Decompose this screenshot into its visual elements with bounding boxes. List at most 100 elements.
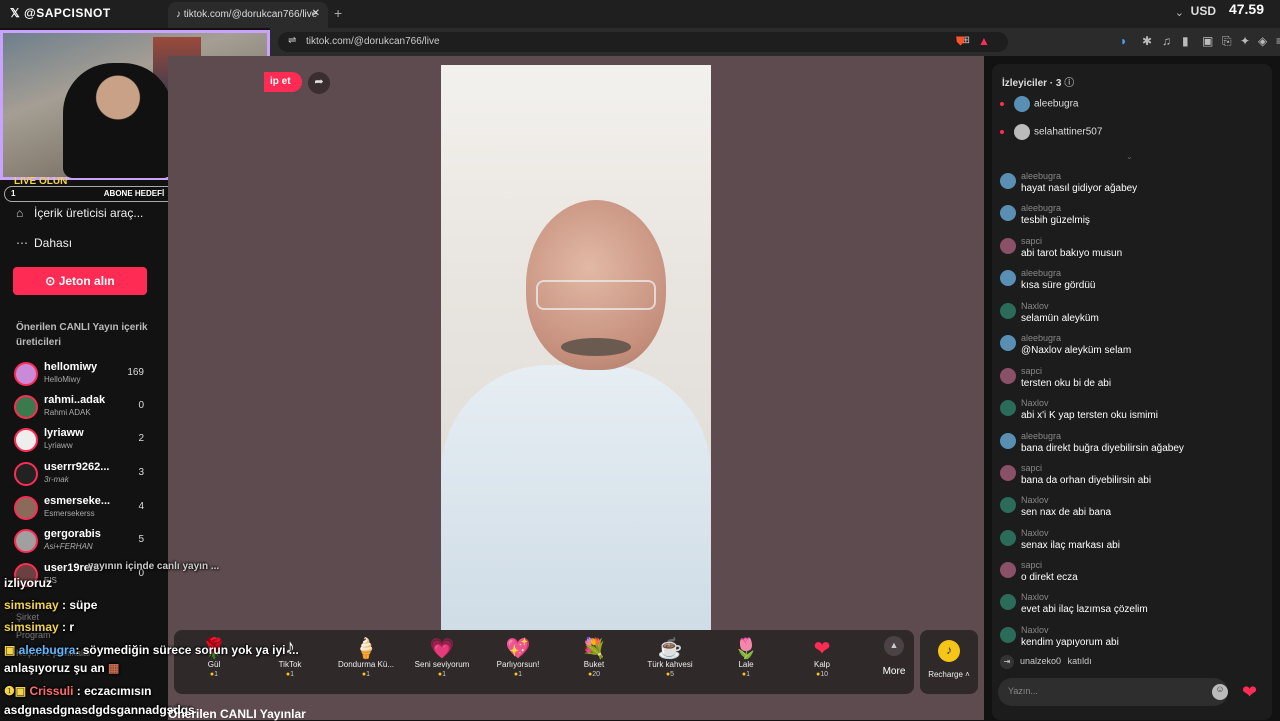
chat-message: Naxlov abi x'i K yap tersten oku ismimi [1000, 398, 1264, 430]
creator-item[interactable]: lyriaww Lyriaww 2 [14, 426, 154, 456]
creator-name: rahmi..adak [44, 394, 106, 406]
site-info-icon[interactable]: ⇌ [288, 35, 296, 46]
like-heart-icon[interactable]: ❤ [1242, 682, 1257, 703]
viewer-count: 4 [138, 501, 144, 512]
sparkle-heart-icon: 💖 [505, 638, 531, 660]
gift-price: ●20 [556, 671, 632, 678]
gift-name: Türk kahvesi [647, 660, 693, 669]
chat-user[interactable]: aleebugra [1021, 431, 1061, 441]
gift-price-value: 1 [442, 671, 447, 678]
creator-item[interactable]: userrr9262... 3r-mak 3 [14, 460, 154, 490]
sidebar-toggle-icon[interactable]: ▮ [1182, 34, 1189, 48]
avatar [1014, 124, 1030, 140]
sidebar-item-creator-tools[interactable]: ⌂ İçerik üreticisi araç... [16, 206, 143, 220]
extensions-icon[interactable]: ✱ [1142, 34, 1152, 48]
wallet-icon[interactable]: ▣ [1202, 34, 1213, 48]
recharge-button[interactable]: ♪ Recharge ˄ [920, 630, 978, 694]
gift-item[interactable]: 💗 Seni seviyorum ●1 [404, 636, 480, 678]
join-icon: ⇥ [1000, 655, 1014, 669]
chevron-down-icon[interactable]: ⌄ [1126, 152, 1133, 161]
audio-icon[interactable]: ◗ [1120, 34, 1127, 48]
gift-price: ●5 [632, 671, 708, 678]
chat-user[interactable]: Naxlov [1021, 301, 1049, 311]
chat-user[interactable]: aleebugra [1021, 171, 1061, 181]
content-creator-icon: ⌂ [16, 206, 24, 220]
gift-item[interactable]: 🍦 Dondurma Kü... ●1 [328, 636, 404, 678]
chat-input[interactable]: Yazın... [998, 678, 1228, 706]
chat-user[interactable]: sapci [1021, 560, 1042, 570]
info-icon[interactable]: ⓘ [1064, 78, 1074, 89]
vpn-icon[interactable]: ◈ [1258, 34, 1267, 48]
chat-user[interactable]: aleebugra [1021, 268, 1061, 278]
chat-user[interactable]: sapci [1021, 236, 1042, 246]
avatar [1000, 433, 1016, 449]
more-gifts-button[interactable]: ▲ More [874, 636, 914, 677]
webcam-streamer [63, 63, 173, 178]
coin-icon: ♪ [938, 640, 960, 662]
avatar [1000, 205, 1016, 221]
chat-user[interactable]: sapci [1021, 463, 1042, 473]
gift-item[interactable]: ☕ Türk kahvesi ●5 [632, 636, 708, 678]
close-tab-icon[interactable]: ✕ [312, 8, 320, 19]
live-video[interactable] [441, 65, 711, 631]
rewards-icon[interactable]: ▲ [978, 34, 990, 48]
avatar [1000, 627, 1016, 643]
tulip-icon: 🌷 [733, 638, 759, 660]
overlay-chat-line: anlaşıyoruz şu an ▦ [4, 661, 119, 675]
chat-text: evet abi ilaç lazımsa çözelim [1021, 604, 1148, 615]
chat-text: bana direkt buğra diyebilirsin ağabey [1021, 443, 1184, 454]
rank-dot [1000, 102, 1004, 106]
chat-user[interactable]: Naxlov [1021, 625, 1049, 635]
share-icon[interactable]: ➦ [308, 72, 330, 94]
browser-tab-active[interactable]: ♪ tiktok.com/@dorukcan766/live ✕ [168, 2, 328, 28]
new-tab-button[interactable]: + [334, 5, 342, 21]
chat-user[interactable]: Naxlov [1021, 398, 1049, 408]
chat-user[interactable]: Naxlov [1021, 592, 1049, 602]
brave-shield-icon[interactable]: ⛊ [956, 34, 965, 49]
chat-user[interactable]: Naxlov [1021, 528, 1049, 538]
menu-icon[interactable]: ≡ [1276, 34, 1280, 48]
creator-item[interactable]: gergorabis Asi+FERHAN 5 [14, 527, 154, 557]
chevron-down-icon[interactable]: ⌄ [1175, 6, 1184, 19]
join-user[interactable]: unalzeko0 [1020, 656, 1061, 666]
music-icon[interactable]: ♫ [1162, 34, 1171, 48]
chat-user[interactable]: aleebugra [1021, 333, 1061, 343]
viewer-item[interactable]: selahattiner507 [1000, 124, 1102, 140]
overlay-chat-line: simsimay : r [4, 620, 74, 634]
currency-label: USD [1190, 4, 1216, 18]
viewer-item[interactable]: aleebugra [1000, 96, 1078, 112]
gift-item[interactable]: 💖 Parlıyorsun! ●1 [480, 636, 556, 678]
downloads-icon[interactable]: ⎘ [1222, 34, 1232, 49]
creator-name: lyriaww [44, 427, 84, 439]
tip-button[interactable]: ip et [264, 72, 302, 92]
gift-item[interactable]: ❤ Kalp ●10 [784, 636, 860, 678]
leo-icon[interactable]: ✦ [1240, 34, 1250, 48]
video-person-glasses [536, 280, 656, 310]
get-coins-button[interactable]: ⊙ Jeton alın [13, 267, 147, 295]
gift-name: Seni seviyorum [414, 660, 470, 669]
chat-text: tersten oku bi de abi [1021, 378, 1112, 389]
avatar [14, 362, 38, 386]
emoji-icon[interactable]: ☺ [1212, 684, 1228, 700]
creator-item[interactable]: esmerseke... Esmersekerss 4 [14, 494, 154, 524]
sidebar-item-more[interactable]: ⋯ Dahası [16, 236, 72, 250]
gift-name: Buket [583, 660, 605, 669]
gift-name: TikTok [278, 660, 302, 669]
gift-item[interactable]: 💐 Buket ●20 [556, 636, 632, 678]
chat-message: aleebugra bana direkt buğra diyebilirsin … [1000, 431, 1264, 463]
creator-item[interactable]: rahmi..adak Rahmi ADAK 0 [14, 393, 154, 423]
gift-price: ●1 [708, 671, 784, 678]
avatar [1000, 368, 1016, 384]
creator-sub: Esmersekerss [44, 509, 95, 518]
chat-user[interactable]: sapci [1021, 366, 1042, 376]
gift-item[interactable]: 🌷 Lale ●1 [708, 636, 784, 678]
url-field[interactable]: ⇌ tiktok.com/@dorukcan766/live ⊞ [278, 32, 1008, 52]
address-bar: ⇌ tiktok.com/@dorukcan766/live ⊞ ⛊ ▲ ◗ ✱… [270, 28, 1280, 56]
chat-user[interactable]: Naxlov [1021, 495, 1049, 505]
chat-message: aleebugra tesbih güzelmiş [1000, 203, 1264, 235]
creator-name: userrr9262... [44, 461, 110, 473]
gift-price: ●1 [404, 671, 480, 678]
avatar [1000, 594, 1016, 610]
creator-item[interactable]: hellomiwy HelloMiwy 169 [14, 360, 154, 390]
chat-user[interactable]: aleebugra [1021, 203, 1061, 213]
